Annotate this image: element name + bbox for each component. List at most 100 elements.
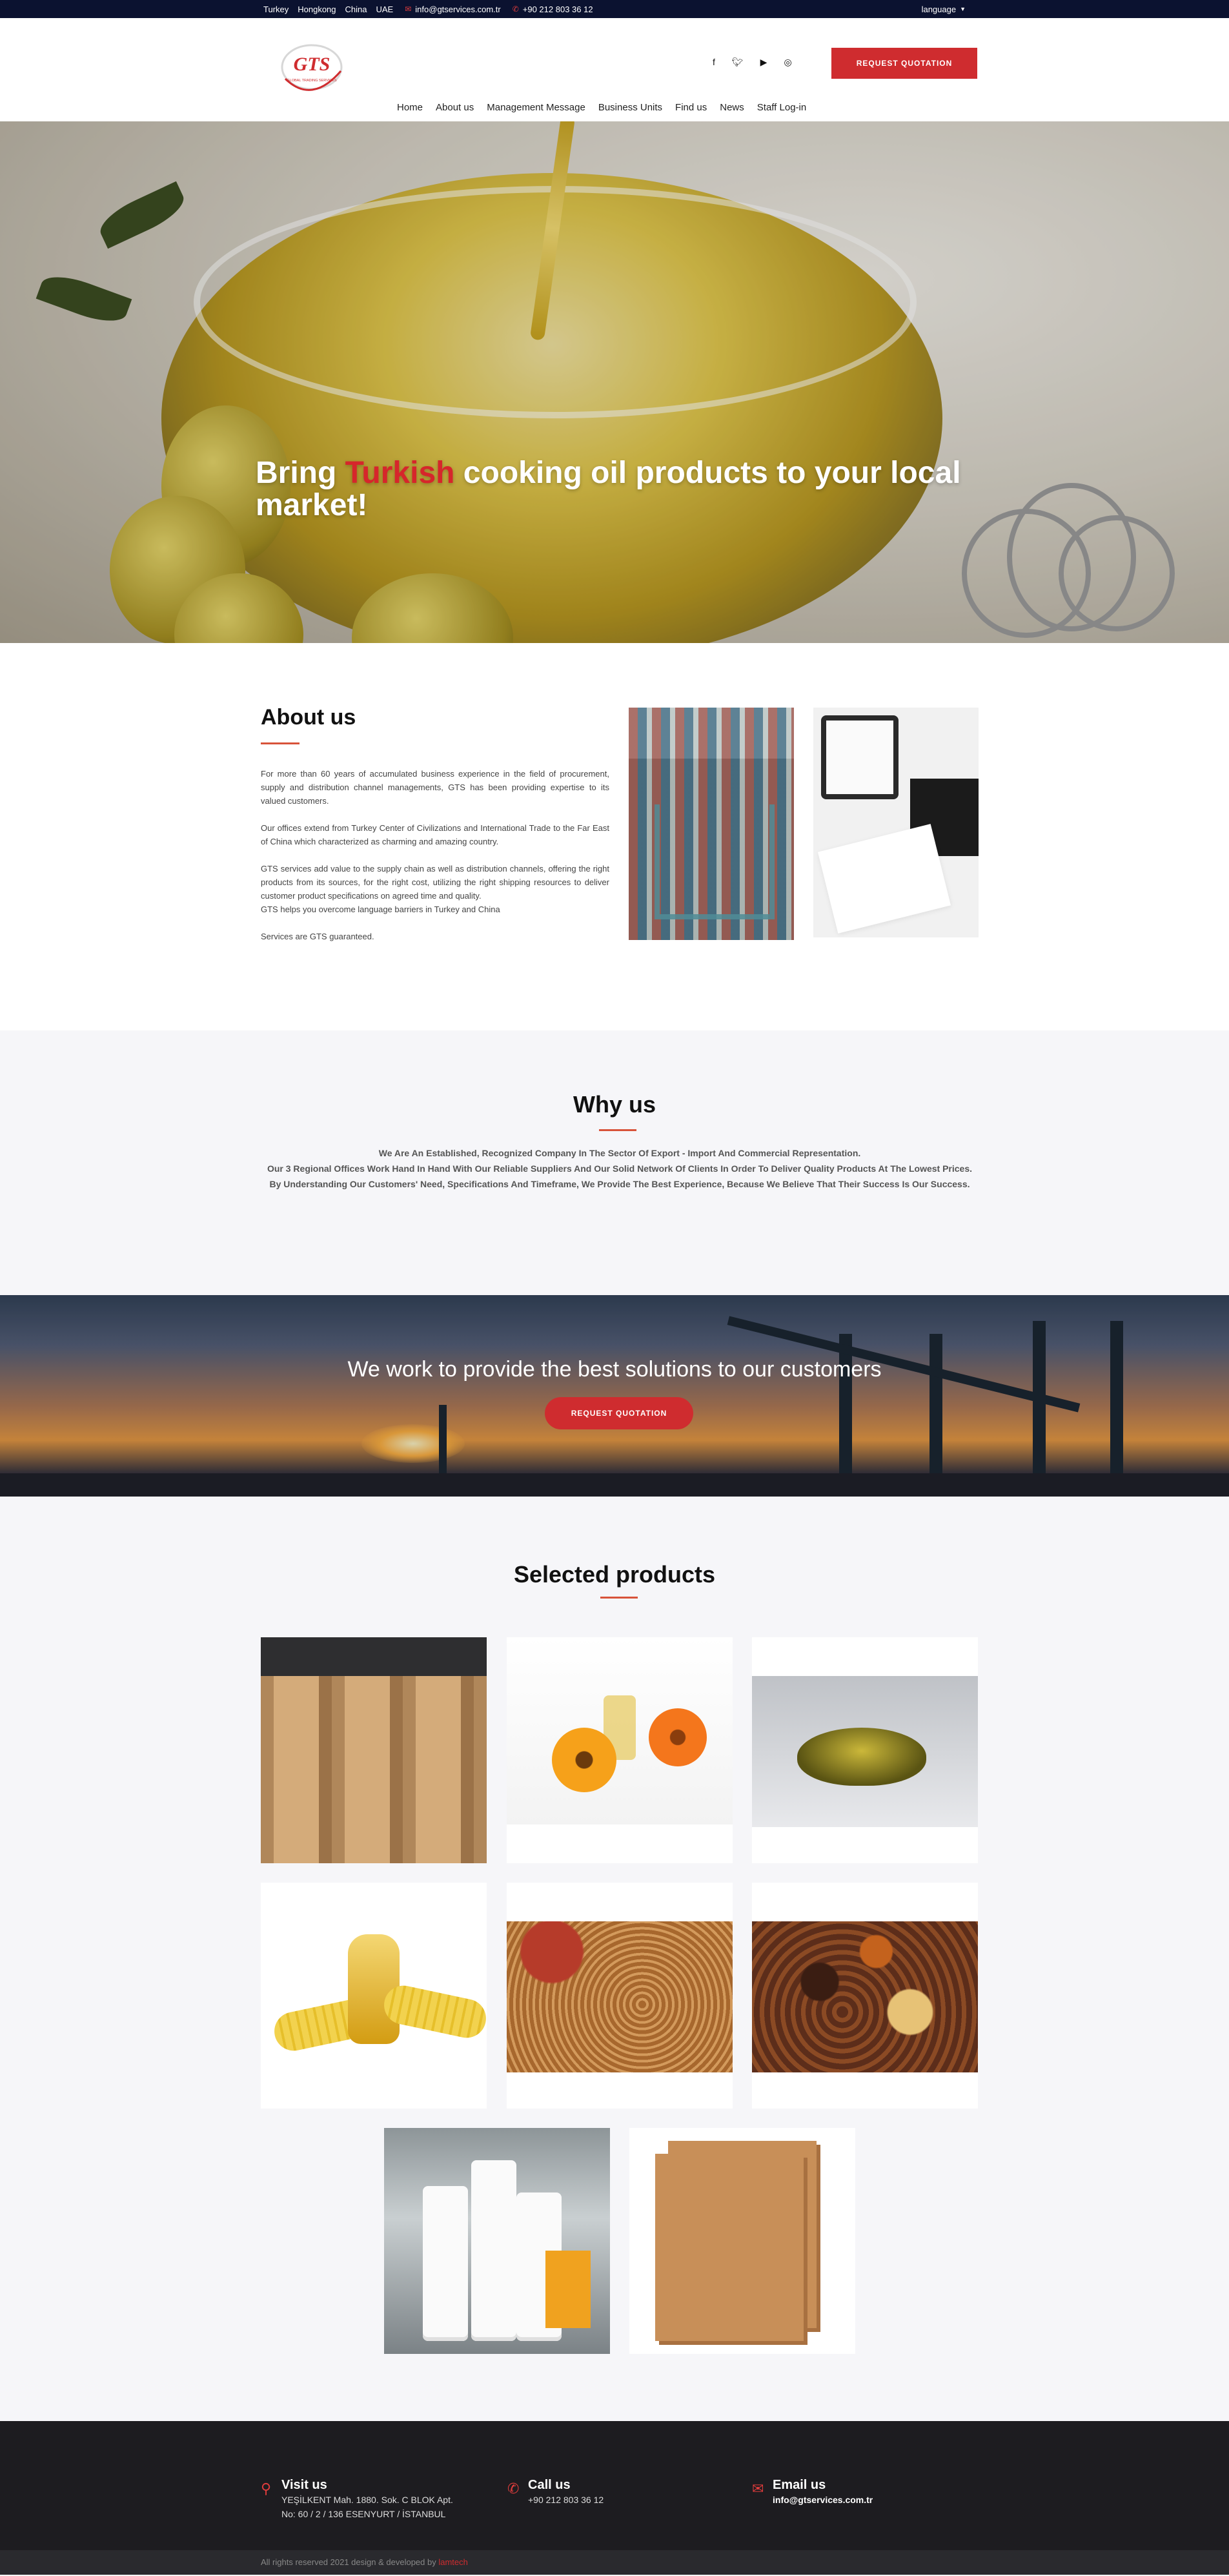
product-card-tissue-paper[interactable] (384, 2128, 610, 2354)
product-card-dried-fruits[interactable] (752, 1883, 978, 2109)
footer-call: ✆ Call us +90 212 803 36 12 (507, 2478, 604, 2507)
top-phone-text[interactable]: +90 212 803 36 12 (523, 5, 593, 14)
why-us-title: Why us (573, 1091, 656, 1118)
footer-visit-title: Visit us (281, 2478, 327, 2492)
why-us-accent-line (599, 1129, 636, 1131)
kraft-board-image (629, 2128, 855, 2354)
banner-overlay (0, 1295, 1229, 1497)
why-us-section: Why us We Are An Established, Recognized… (0, 1030, 1229, 1295)
hero-title-highlight: Turkish (345, 456, 455, 490)
sunflower-oil-image (507, 1637, 733, 1825)
footer-phone[interactable]: +90 212 803 36 12 (528, 2493, 604, 2507)
banner-title: We work to provide the best solutions to… (347, 1357, 882, 1382)
olive-oil-image (752, 1676, 978, 1827)
corn-oil-image (261, 1883, 487, 2109)
site-header: GTS GLOBAL TRADING SERVICES f 🐦︎ ▶ ◎ REQ… (0, 18, 1229, 121)
envelope-icon: ✉ (752, 2480, 764, 2497)
footer-email: ✉ Email us info@gtservices.com.tr (752, 2478, 873, 2507)
language-dropdown[interactable]: language ▼ (922, 0, 966, 18)
why-us-line: Our 3 Regional Offices Work Hand In Hand… (267, 1163, 973, 1174)
gts-logo[interactable]: GTS GLOBAL TRADING SERVICES (276, 34, 347, 105)
map-pin-icon: ⚲ (261, 2480, 272, 2497)
facebook-icon[interactable]: f (713, 57, 715, 68)
flower-shape (552, 1728, 616, 1792)
developer-link[interactable]: lamtech (438, 2557, 468, 2567)
about-paragraph: Services are GTS guaranteed. (261, 932, 374, 941)
product-card-olive-oil[interactable] (752, 1637, 978, 1863)
about-paragraph: For more than 60 years of accumulated bu… (261, 769, 609, 806)
copyright-bar: All rights reserved 2021 design & develo… (0, 2550, 1229, 2575)
products-section: Selected products (0, 1497, 1229, 2421)
hero-overlay (0, 121, 1229, 643)
banner-request-quotation-button[interactable]: REQUEST QUOTATION (545, 1397, 693, 1429)
products-accent-line (600, 1597, 638, 1599)
nav-management-message[interactable]: Management Message (487, 102, 585, 113)
location-turkey[interactable]: Turkey (263, 5, 289, 14)
forklift-shape (545, 2251, 591, 2328)
site-footer: ⚲ Visit us YEŞİLKENT Mah. 1880. Sok. C B… (0, 2421, 1229, 2550)
flower-shape (649, 1708, 707, 1766)
top-email[interactable]: ✉ info@gtservices.com.tr (405, 5, 500, 14)
paper-stack-shape (471, 2160, 516, 2341)
request-quotation-button[interactable]: REQUEST QUOTATION (831, 48, 977, 79)
paper-rolls-image (261, 1637, 487, 1863)
language-label[interactable]: language (922, 5, 957, 14)
paper-shape (817, 824, 951, 934)
nav-home[interactable]: Home (397, 102, 423, 113)
nuts-image (507, 1921, 733, 2072)
board-sheet-shape (655, 2154, 804, 2341)
nav-news[interactable]: News (720, 102, 744, 113)
main-nav: Home About us Management Message Busines… (397, 102, 806, 113)
top-phone[interactable]: ✆ +90 212 803 36 12 (513, 5, 593, 14)
instagram-icon[interactable]: ◎ (784, 57, 791, 68)
envelope-icon: ✉ (405, 5, 412, 14)
nav-business-units[interactable]: Business Units (598, 102, 662, 113)
phone-icon: ✆ (512, 5, 519, 14)
logo-subtext: GLOBAL TRADING SERVICES (287, 79, 337, 83)
dried-fruits-image (752, 1921, 978, 2072)
chevron-down-icon: ▼ (960, 6, 966, 12)
why-us-line: We Are An Established, Recognized Compan… (378, 1148, 861, 1158)
oil-boat-shape (797, 1728, 926, 1786)
nav-about-us[interactable]: About us (436, 102, 474, 113)
nav-find-us[interactable]: Find us (675, 102, 707, 113)
office-desk-image (813, 708, 979, 937)
nav-staff-login[interactable]: Staff Log-in (757, 102, 806, 113)
logo-text: GTS (294, 54, 330, 75)
product-card-paper-rolls[interactable] (261, 1637, 487, 1863)
copyright-text: All rights reserved 2021 design & develo… (261, 2557, 468, 2567)
location-uae[interactable]: UAE (376, 5, 394, 14)
footer-email-title: Email us (773, 2478, 826, 2492)
solutions-banner: We work to provide the best solutions to… (0, 1295, 1229, 1497)
footer-address-line: YEŞİLKENT Mah. 1880. Sok. C BLOK Apt. (281, 2495, 453, 2505)
about-paragraph: Our offices extend from Turkey Center of… (261, 823, 609, 846)
footer-address-line: No: 60 / 2 / 136 ESENYURT / İSTANBUL (281, 2509, 446, 2519)
location-hongkong[interactable]: Hongkong (298, 5, 336, 14)
location-china[interactable]: China (345, 5, 367, 14)
about-text: For more than 60 years of accumulated bu… (261, 767, 609, 957)
copyright-label: All rights reserved 2021 design & develo… (261, 2557, 439, 2567)
social-links: f 🐦︎ ▶ ◎ (713, 57, 792, 68)
tablet-shape (821, 715, 899, 799)
hero-title-start: Bring (256, 456, 345, 490)
paper-stack-shape (423, 2186, 468, 2341)
product-card-nuts[interactable] (507, 1883, 733, 2109)
about-accent-line (261, 742, 300, 744)
product-card-corn-oil[interactable] (261, 1883, 487, 2109)
footer-email-address[interactable]: info@gtservices.com.tr (773, 2493, 873, 2507)
twitter-icon[interactable]: 🐦︎ (732, 57, 744, 68)
tissue-paper-image (384, 2128, 610, 2354)
about-paragraph: GTS helps you overcome language barriers… (261, 905, 500, 914)
about-paragraph: GTS services add value to the supply cha… (261, 864, 609, 901)
why-us-text: We Are An Established, Recognized Compan… (261, 1145, 979, 1192)
top-email-text[interactable]: info@gtservices.com.tr (415, 5, 500, 14)
product-card-sunflower-oil[interactable] (507, 1637, 733, 1863)
about-title: About us (261, 705, 356, 730)
products-title: Selected products (513, 1561, 716, 1588)
top-bar-contacts: Turkey Hongkong China UAE ✉ info@gtservi… (263, 0, 593, 18)
youtube-icon[interactable]: ▶ (760, 57, 767, 68)
container-port-image (629, 708, 794, 940)
hero-slider: Bring Turkish cooking oil products to yo… (0, 121, 1229, 643)
product-card-kraft-board[interactable] (629, 2128, 855, 2354)
top-bar: Turkey Hongkong China UAE ✉ info@gtservi… (0, 0, 1229, 18)
